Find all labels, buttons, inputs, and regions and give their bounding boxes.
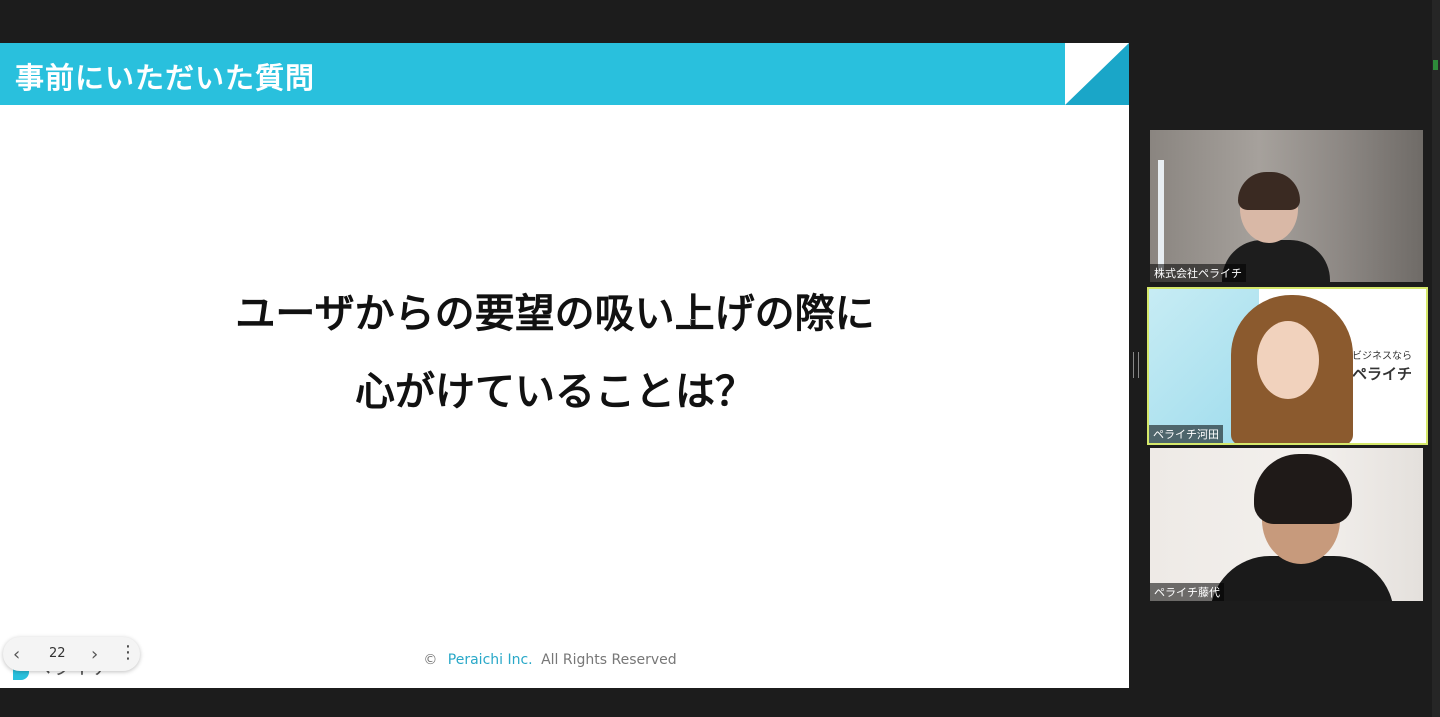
slide-navigation: ‹ 22 › ⋮ (3, 637, 140, 671)
page-number: 22 (49, 646, 66, 661)
question-text: ユーザからの要望の吸い上げの際に 心がけていることは？ (0, 275, 1110, 431)
slide-footer: © Peraichi Inc. All Rights Reserved (0, 652, 1100, 668)
question-line-2: 心がけていることは？ (355, 369, 755, 415)
status-indicator (1433, 60, 1438, 70)
header-corner-decoration (1065, 43, 1129, 105)
slide-title: 事前にいただいた質問 (15, 61, 316, 95)
participant-hair (1238, 172, 1300, 210)
participant-video-3[interactable]: ペライチ藤代 (1150, 448, 1423, 601)
participant-name-label: 株式会社ペライチ (1150, 264, 1246, 282)
mouse-cursor-icon (690, 319, 696, 326)
participant-face (1257, 321, 1319, 399)
more-options-icon[interactable]: ⋮ (119, 642, 137, 663)
background-light (1158, 160, 1164, 270)
participant-name-label: ペライチ河田 (1149, 425, 1223, 443)
panel-resize-handle[interactable] (1133, 352, 1139, 378)
question-line-1: ユーザからの要望の吸い上げの際に (235, 291, 875, 337)
footer-company: Peraichi Inc. (447, 652, 533, 668)
participant-hair (1254, 454, 1352, 524)
copyright-symbol: © (423, 652, 438, 668)
window-right-edge (1432, 0, 1440, 717)
participant-video-1[interactable]: 株式会社ペライチ (1150, 130, 1423, 282)
slide-header-bar: 事前にいただいた質問 (0, 43, 1129, 105)
footer-rights: All Rights Reserved (541, 652, 677, 668)
participant-video-2-active[interactable]: ットでビジネスなら ペライチ ペライチ河田 (1147, 287, 1428, 445)
chevron-right-icon[interactable]: › (91, 644, 98, 665)
virtual-background-brand: ペライチ (1351, 365, 1412, 383)
chevron-left-icon[interactable]: ‹ (13, 644, 20, 665)
presentation-slide: 事前にいただいた質問 ユーザからの要望の吸い上げの際に 心がけていることは？ ©… (0, 43, 1129, 688)
participant-name-label: ペライチ藤代 (1150, 583, 1224, 601)
